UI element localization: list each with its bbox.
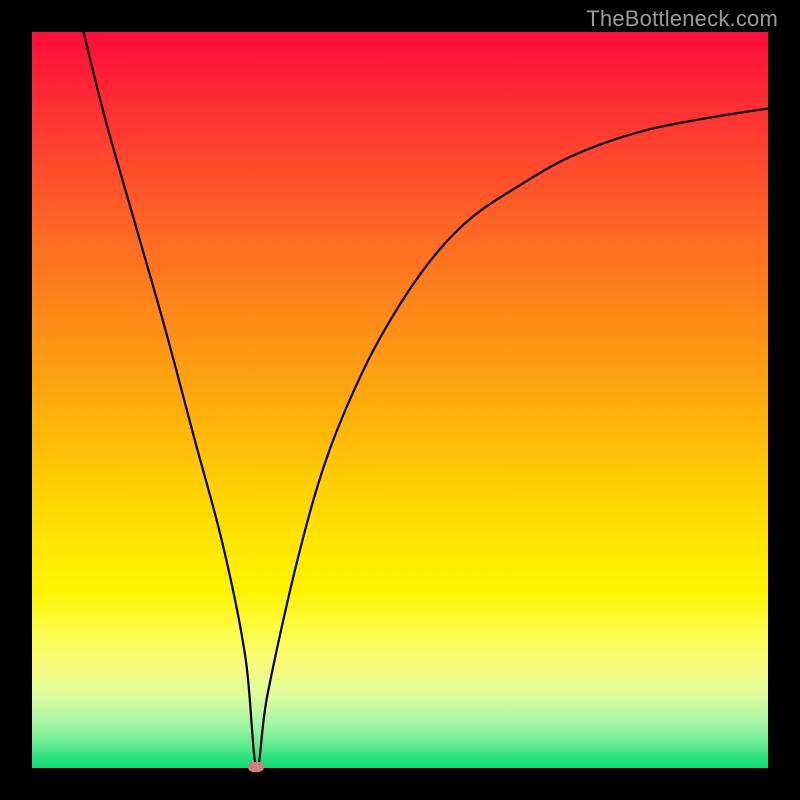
- bottleneck-curve: [32, 32, 768, 768]
- chart-frame: TheBottleneck.com: [0, 0, 800, 800]
- watermark-text: TheBottleneck.com: [586, 6, 778, 32]
- plot-area: [32, 32, 768, 768]
- minimum-marker: [248, 762, 264, 772]
